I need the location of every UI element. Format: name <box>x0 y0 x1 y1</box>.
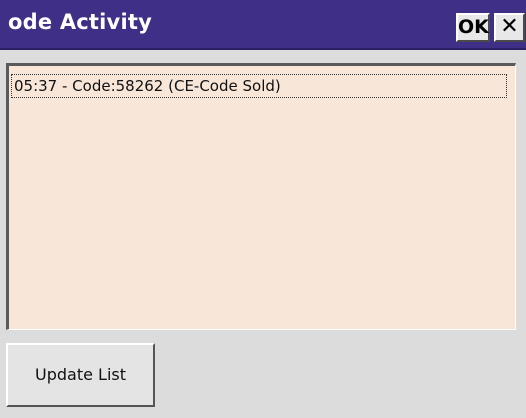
update-list-button[interactable]: Update List <box>6 343 155 407</box>
title-bar: ode Activity OK ✕ <box>0 0 526 50</box>
ok-button[interactable]: OK <box>456 13 490 42</box>
close-button[interactable]: ✕ <box>494 13 525 42</box>
activity-list[interactable]: 05:37 - Code:58262 (CE-Code Sold) <box>6 63 516 330</box>
list-item[interactable]: 05:37 - Code:58262 (CE-Code Sold) <box>11 74 507 98</box>
code-activity-window: ode Activity OK ✕ 05:37 - Code:58262 (CE… <box>0 0 526 418</box>
window-title: ode Activity <box>8 10 152 34</box>
close-icon: ✕ <box>500 14 519 39</box>
